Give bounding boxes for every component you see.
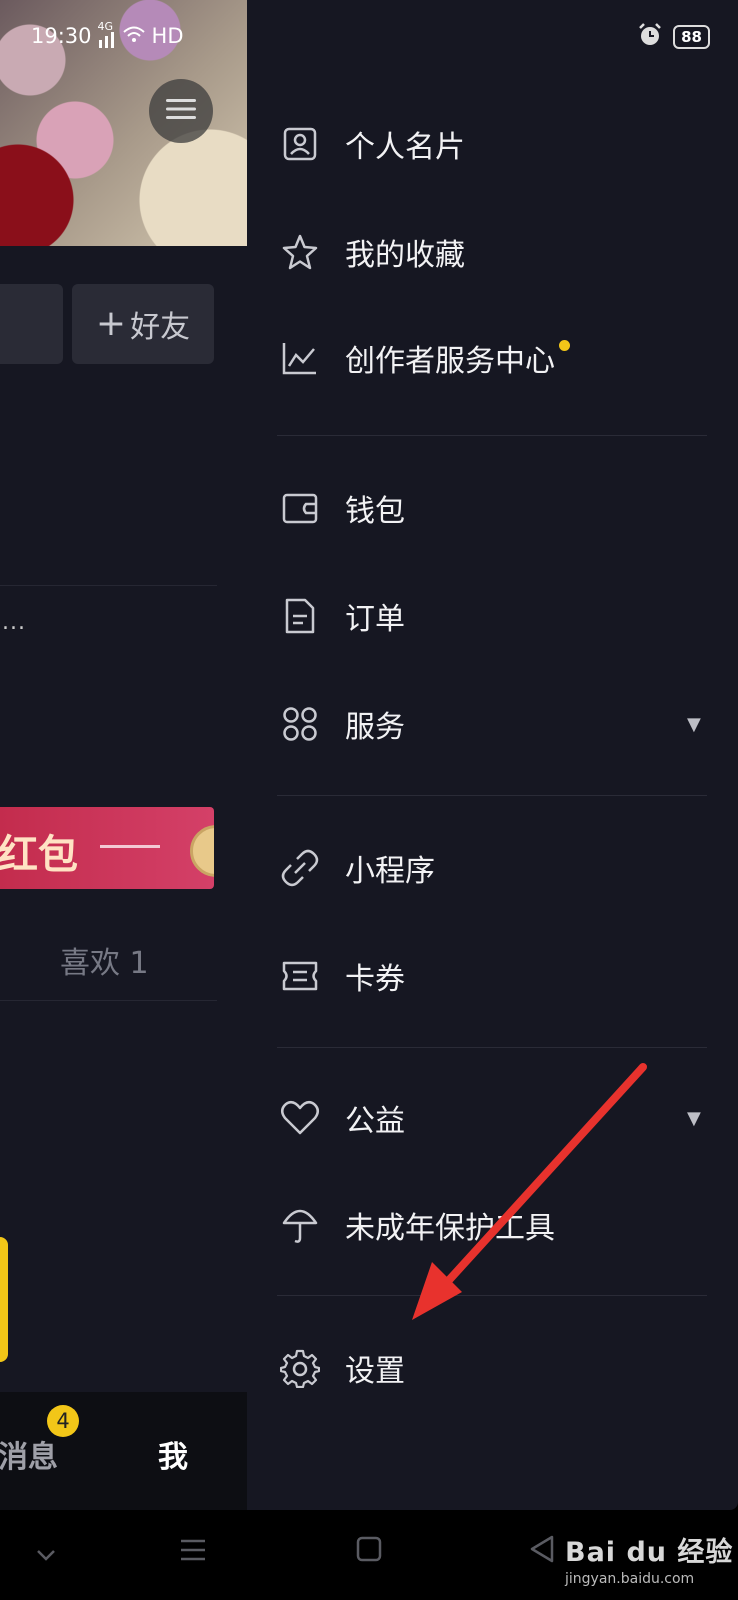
menu-item-wallet[interactable]: 钱包 [247, 468, 738, 548]
messages-badge: 4 [47, 1405, 79, 1437]
menu-item-creator-center[interactable]: 创作者服务中心 [247, 318, 738, 398]
add-friend-button[interactable]: + 好友 [72, 284, 214, 364]
tab-messages[interactable]: 消息 [0, 1432, 58, 1476]
wifi-icon [122, 24, 146, 48]
menu-item-label: 设置 [345, 1354, 405, 1389]
gear-icon [280, 1348, 320, 1388]
menu-divider [277, 795, 707, 796]
hd-indicator: HD [151, 24, 184, 48]
menu-divider [277, 1047, 707, 1048]
battery-icon: 88 [673, 25, 710, 49]
link-icon [280, 848, 320, 888]
chart-line-icon [280, 338, 320, 378]
menu-item-coupons[interactable]: 卡券 [247, 936, 738, 1016]
tab-me[interactable]: 我 [158, 1432, 188, 1476]
menu-item-label: 服务 [345, 710, 405, 745]
status-bar-right: 88 [637, 22, 710, 52]
banner-text: 红包 [0, 832, 78, 878]
chevron-down-icon: ▼ [687, 1107, 701, 1129]
plus-icon: + [95, 303, 127, 344]
services-grid-icon [280, 704, 320, 744]
menu-item-profile-card[interactable]: 个人名片 [247, 104, 738, 184]
edit-profile-button[interactable] [0, 284, 63, 364]
add-friend-label: 好友 [130, 310, 191, 345]
divider [0, 1000, 217, 1001]
menu-item-label: 个人名片 [345, 130, 465, 165]
menu-item-charity[interactable]: 公益 ▼ [247, 1078, 738, 1158]
baidu-watermark-url: jingyan.baidu.com [565, 1571, 695, 1587]
menu-item-label: 订单 [345, 602, 405, 637]
new-indicator-dot [559, 340, 570, 351]
recents-icon[interactable] [180, 1535, 206, 1570]
menu-item-mini-programs[interactable]: 小程序 [247, 828, 738, 908]
order-icon [280, 596, 320, 636]
menu-item-services[interactable]: 服务 ▼ [247, 684, 738, 764]
menu-item-label: 未成年保护工具 [345, 1211, 555, 1246]
bio-text: ... [2, 610, 26, 635]
hamburger-icon [166, 97, 196, 125]
home-icon[interactable] [356, 1535, 382, 1570]
divider [0, 585, 217, 586]
wallet-icon [280, 488, 320, 528]
menu-item-label: 卡券 [345, 962, 405, 997]
red-packet-banner[interactable]: 红包 [0, 807, 214, 889]
menu-divider [277, 1295, 707, 1296]
floating-button-edge[interactable] [0, 1237, 8, 1362]
tab-likes[interactable]: 喜欢 1 [60, 938, 149, 982]
ticket-icon [280, 956, 320, 996]
menu-item-settings[interactable]: 设置 [247, 1328, 738, 1408]
menu-item-label: 创作者服务中心 [345, 336, 570, 380]
chevron-down-icon[interactable] [36, 1535, 56, 1570]
menu-button[interactable] [149, 79, 213, 143]
profile-page-background: 19:30 4G HD + 好友 ... 红包 喜欢 1 消息 4 我 [0, 0, 247, 1510]
menu-item-label: 我的收藏 [345, 238, 465, 273]
coin-icon [190, 825, 214, 877]
menu-divider [277, 435, 707, 436]
menu-item-label: 公益 [345, 1104, 405, 1139]
alarm-icon [637, 22, 663, 52]
back-icon[interactable] [530, 1535, 554, 1571]
network-type: 4G [97, 20, 114, 33]
side-drawer: 88 个人名片 我的收藏 创作者服务中心 钱包 订单 服务 ▼ 小程序 卡券 公… [247, 0, 738, 1510]
menu-item-minor-protection[interactable]: 未成年保护工具 [247, 1185, 738, 1265]
menu-item-label: 小程序 [345, 854, 435, 889]
menu-item-label-text: 创作者服务中心 [345, 344, 555, 379]
menu-item-favorites[interactable]: 我的收藏 [247, 212, 738, 292]
baidu-watermark-logo: Bai du 经验 [565, 1537, 734, 1568]
status-time: 19:30 [31, 24, 92, 48]
status-bar-left: 19:30 4G HD [31, 20, 184, 50]
menu-item-orders[interactable]: 订单 [247, 576, 738, 656]
heart-icon [280, 1098, 320, 1138]
profile-card-icon [280, 124, 320, 164]
chevron-down-icon: ▼ [687, 713, 701, 735]
umbrella-icon [280, 1205, 320, 1245]
menu-item-label: 钱包 [345, 494, 405, 529]
banner-decoration [100, 845, 160, 848]
star-icon [280, 232, 320, 272]
signal-icon: 4G [97, 20, 116, 50]
